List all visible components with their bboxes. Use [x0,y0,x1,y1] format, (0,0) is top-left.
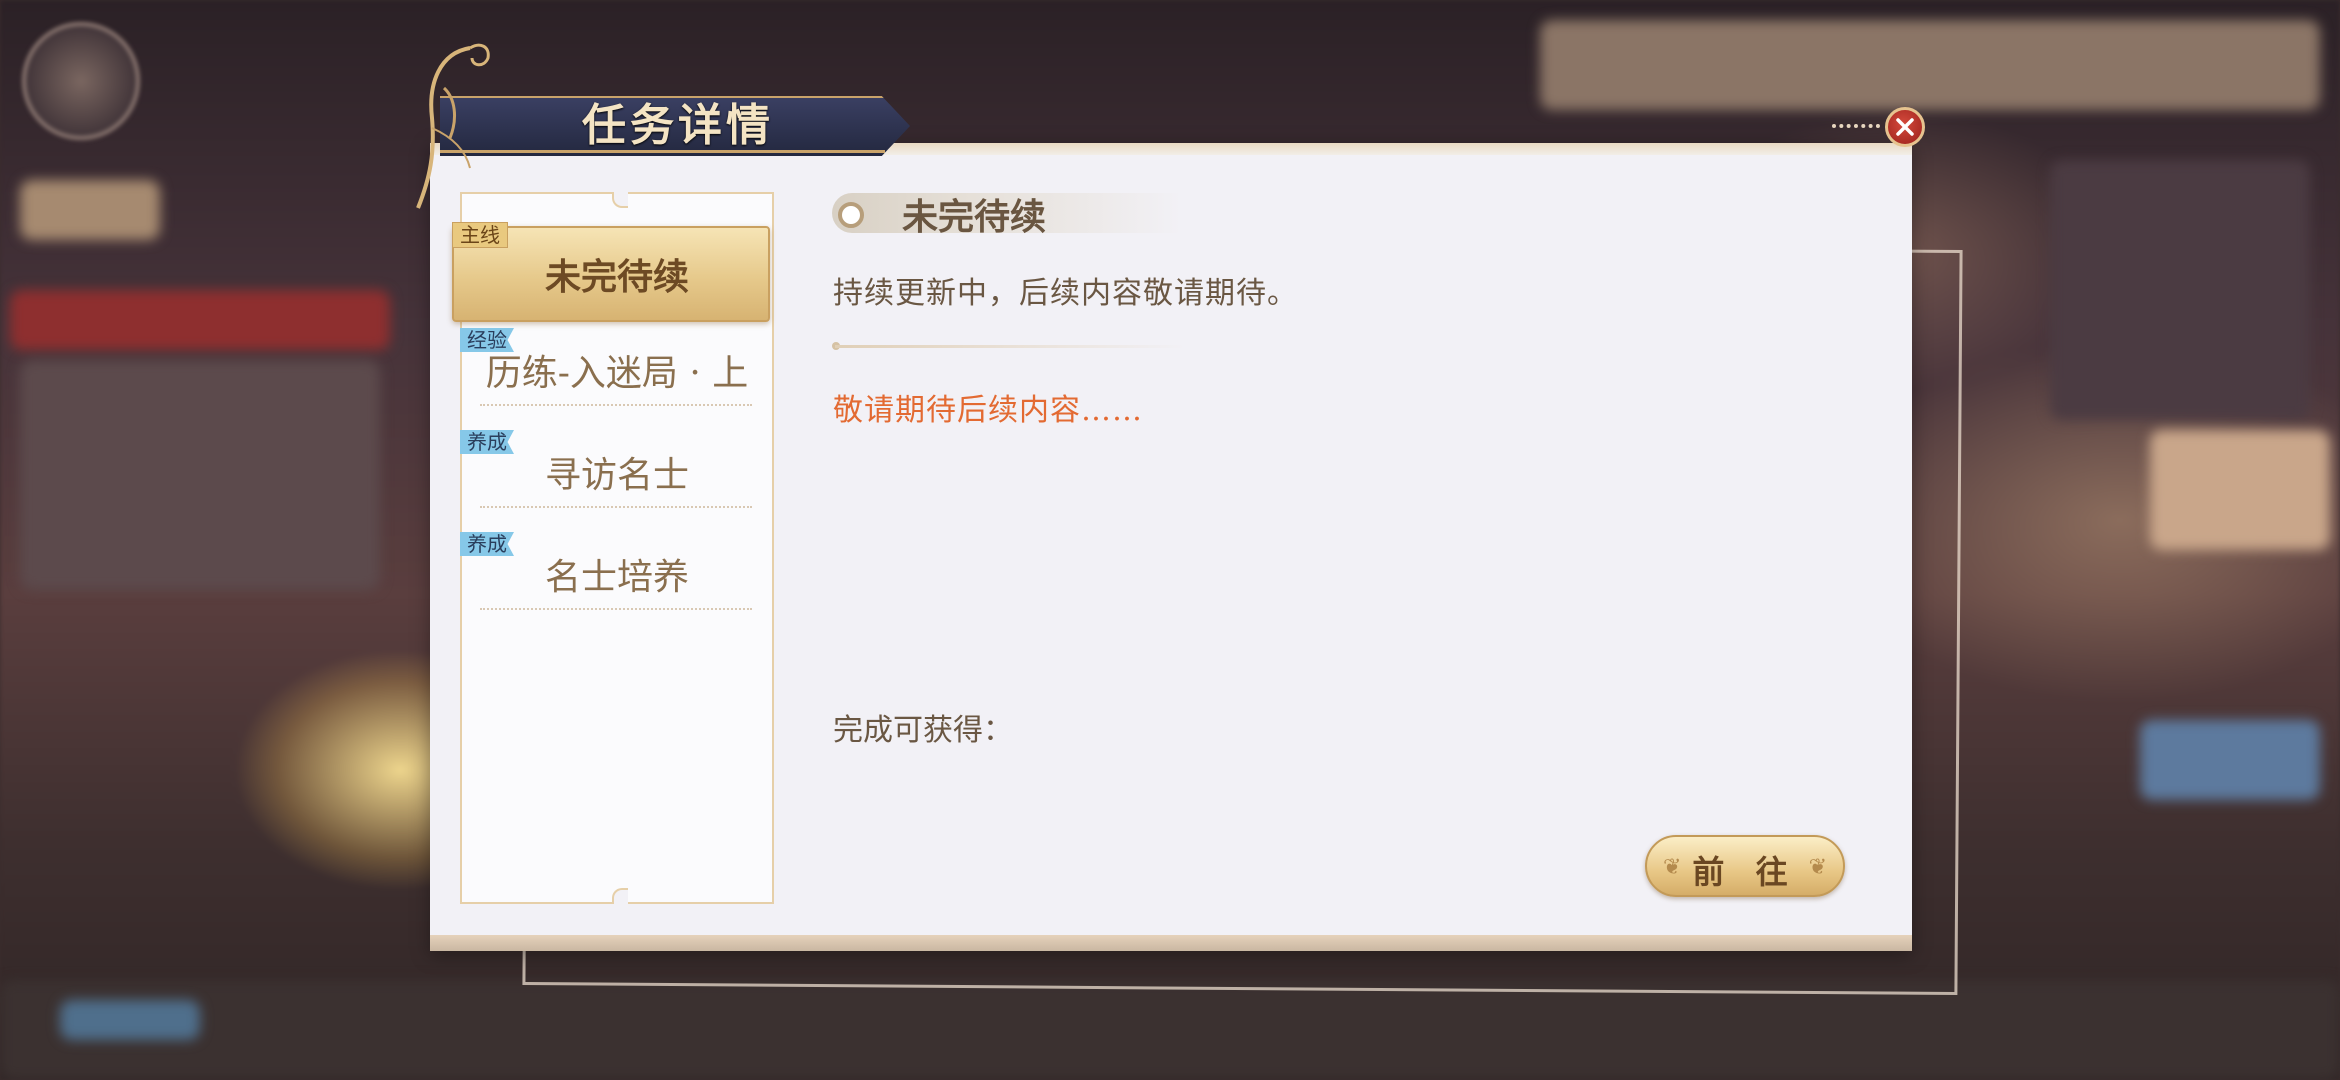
quest-description: 持续更新中，后续内容敬请期待。 [833,276,1298,311]
player-avatar [22,22,140,140]
quest-list: 主线 未完待续 经验 历练-入迷局 · 上 养成 寻访名士 养成 名士培养 [452,192,776,904]
close-decoration [1832,124,1880,128]
quest-item[interactable]: 经验 历练-入迷局 · 上 [460,326,776,426]
dialog-title: 任务详情 [582,100,774,151]
status-marker-icon [838,202,864,228]
quest-label: 历练-入迷局 · 上 [485,353,749,394]
sidebar-notch [612,888,628,904]
quest-status: 未完待续 [902,196,1047,238]
quest-separator [480,404,752,406]
quest-label: 寻访名士 [544,455,689,496]
go-button[interactable]: ❦ 前 往 ❦ [1645,835,1845,897]
phoenix-ornament-icon [416,43,490,209]
quest-item[interactable]: 养成 寻访名士 [460,428,776,528]
quest-separator [480,608,752,610]
rewards-label: 完成可获得： [833,713,1013,748]
quest-item-selected[interactable]: 主线 未完待续 [452,222,776,322]
quest-label: 未完待续 [544,256,689,298]
swirl-right-icon: ❦ [1808,855,1827,880]
close-button[interactable] [1885,107,1925,147]
quest-hint: 敬请期待后续内容…… [833,393,1143,428]
sidebar-notch [612,192,628,208]
quest-separator [480,506,752,508]
quest-label: 名士培养 [544,557,689,598]
quest-tag-main: 主线 [452,222,508,248]
divider [835,345,1185,348]
quest-item[interactable]: 养成 名士培养 [460,530,776,630]
close-icon [1896,118,1914,136]
